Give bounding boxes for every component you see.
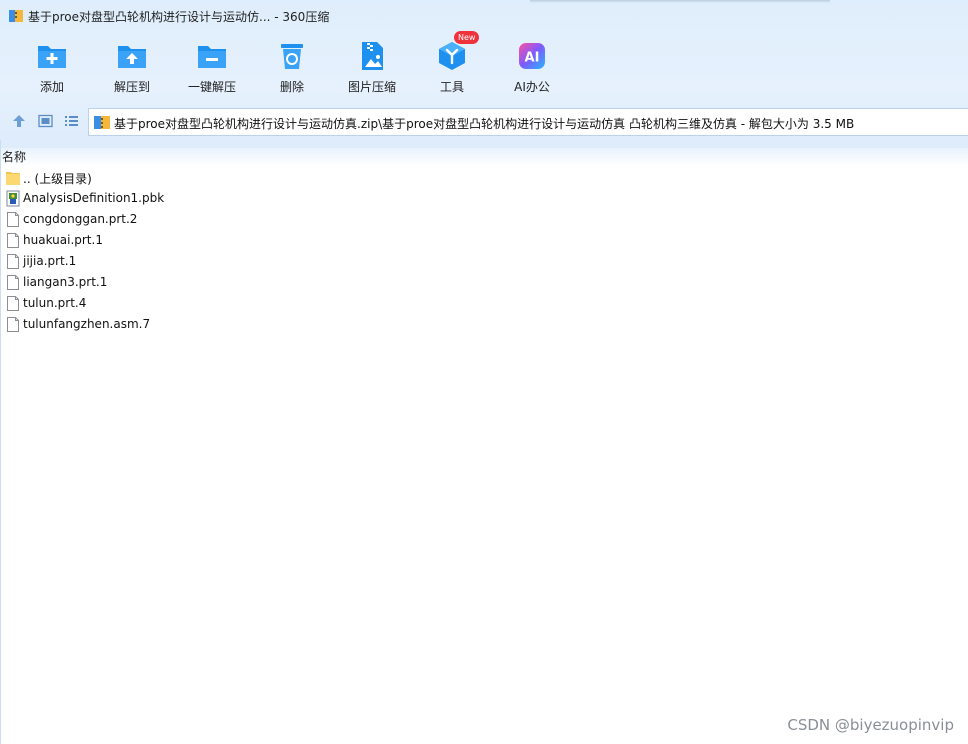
file-list: .. (上级目录) AnalysisDefinition1.pbk congdo… — [0, 167, 968, 335]
image-compress-label: 图片压缩 — [347, 80, 396, 94]
list-item[interactable]: tulun.prt.4 — [0, 293, 968, 314]
image-compress-button[interactable]: 图片压缩 — [332, 38, 412, 98]
list-item-name: tulunfangzhen.asm.7 — [23, 317, 151, 331]
list-item-name: huakuai.prt.1 — [23, 233, 103, 247]
delete-label: 删除 — [279, 80, 304, 94]
add-label: 添加 — [39, 80, 64, 94]
watermark: CSDN @biyezuopinvip — [787, 716, 954, 734]
up-arrow-icon[interactable] — [12, 114, 26, 128]
delete-button[interactable]: 删除 — [252, 38, 332, 98]
chrome-fade — [0, 140, 968, 166]
list-item[interactable]: jijia.prt.1 — [0, 251, 968, 272]
ai-office-label: AI办公 — [514, 80, 550, 94]
one-key-extract-button[interactable]: 一键解压 — [172, 38, 252, 98]
list-item-name: liangan3.prt.1 — [23, 275, 108, 289]
list-item[interactable]: liangan3.prt.1 — [0, 272, 968, 293]
folder-icon — [6, 172, 20, 185]
list-item-name: jijia.prt.1 — [23, 254, 77, 268]
archive-app-icon — [9, 10, 23, 22]
app-window: 基于proe对盘型凸轮机构进行设计与运动仿... - 360压缩 添加 解压到 … — [0, 0, 968, 744]
extract-folder-icon — [118, 46, 146, 68]
file-icon — [7, 233, 19, 248]
list-item[interactable]: huakuai.prt.1 — [0, 230, 968, 251]
list-item-name: tulun.prt.4 — [23, 296, 87, 310]
list-item[interactable]: AnalysisDefinition1.pbk — [0, 188, 968, 209]
one-key-extract-label: 一键解压 — [187, 80, 236, 94]
file-icon — [7, 212, 19, 227]
window-title: 基于proe对盘型凸轮机构进行设计与运动仿... - 360压缩 — [28, 10, 330, 24]
extract-to-button[interactable]: 解压到 — [92, 38, 172, 98]
title-shadow — [530, 0, 830, 3]
tools-label: 工具 — [439, 80, 464, 94]
path-bar[interactable]: 基于proe对盘型凸轮机构进行设计与运动仿真.zip\基于proe对盘型凸轮机构… — [88, 108, 968, 136]
thumbnail-view-icon[interactable] — [38, 114, 53, 128]
column-header-name[interactable]: 名称 — [2, 148, 26, 165]
archive-icon — [94, 116, 110, 129]
pbk-file-icon — [6, 190, 20, 207]
new-badge: New — [454, 31, 480, 44]
ai-icon-text: AI — [525, 51, 540, 66]
file-icon — [7, 317, 19, 332]
recycle-bin-icon — [281, 44, 303, 69]
file-icon — [7, 296, 19, 311]
path-text: 基于proe对盘型凸轮机构进行设计与运动仿真.zip\基于proe对盘型凸轮机构… — [114, 117, 855, 131]
image-compress-icon — [362, 42, 383, 70]
ai-office-icon: AI — [519, 43, 545, 69]
list-item-name: congdonggan.prt.2 — [23, 212, 138, 226]
tools-button[interactable]: New 工具 — [412, 31, 492, 98]
file-icon — [7, 275, 19, 290]
ai-office-button[interactable]: AI AI办公 — [492, 38, 572, 98]
title-bar[interactable]: 基于proe对盘型凸轮机构进行设计与运动仿... - 360压缩 — [0, 0, 968, 32]
add-button[interactable]: 添加 — [12, 38, 92, 98]
add-folder-icon — [38, 46, 66, 68]
list-item[interactable]: congdonggan.prt.2 — [0, 209, 968, 230]
file-icon — [7, 254, 19, 269]
extract-to-label: 解压到 — [113, 80, 150, 94]
tools-cube-icon — [439, 42, 465, 70]
one-key-extract-icon — [198, 46, 226, 68]
list-item-name: .. (上级目录) — [23, 172, 92, 186]
list-item-name: AnalysisDefinition1.pbk — [23, 191, 165, 205]
list-item[interactable]: tulunfangzhen.asm.7 — [0, 314, 968, 335]
list-view-icon[interactable] — [64, 114, 79, 128]
list-item-parent-folder[interactable]: .. (上级目录) — [0, 167, 968, 188]
